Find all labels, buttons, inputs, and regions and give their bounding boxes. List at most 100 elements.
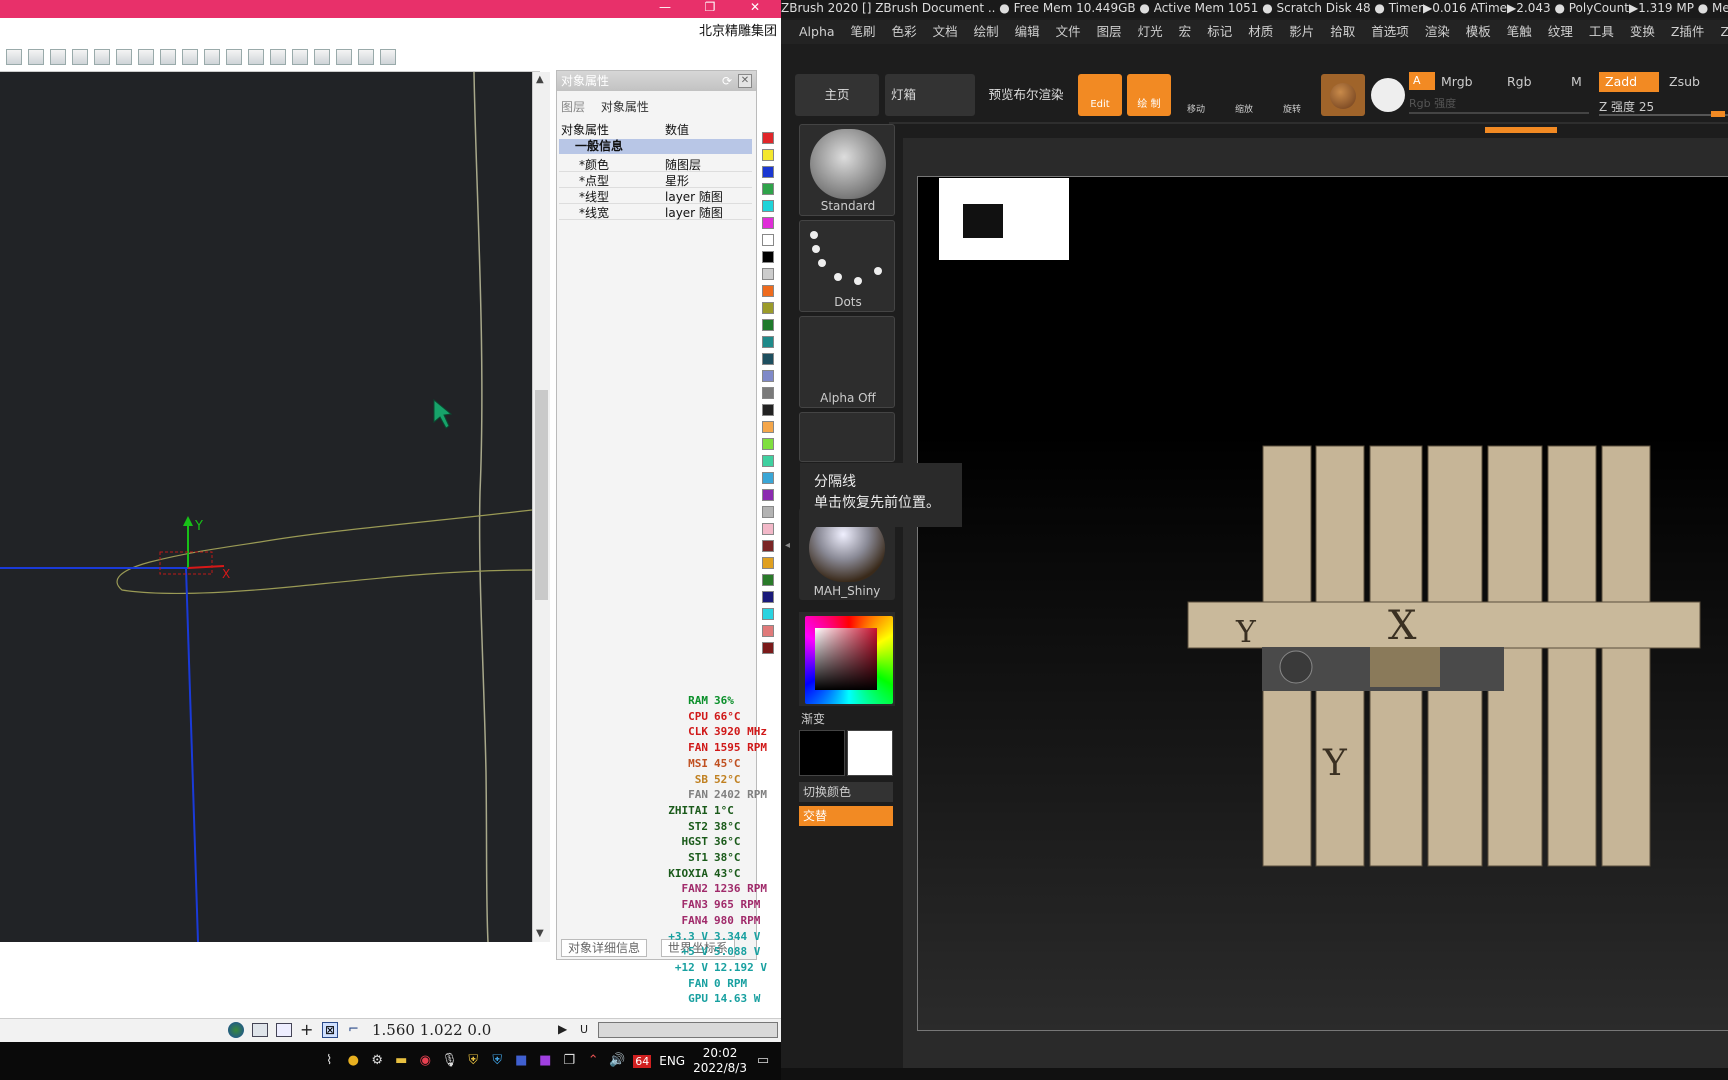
menu-item[interactable]: 灯光 <box>1138 20 1163 44</box>
scroll-down-icon[interactable]: ▼ <box>536 928 544 939</box>
menu-item[interactable]: 绘制 <box>974 20 999 44</box>
color-swatch[interactable] <box>762 421 774 433</box>
close-icon[interactable]: ✕ <box>740 0 770 16</box>
mirror-icon[interactable] <box>94 48 110 65</box>
align-icon[interactable] <box>6 48 22 65</box>
table-row[interactable]: *线宽 layer 随图 <box>559 204 752 220</box>
color-swatch[interactable] <box>762 336 774 348</box>
folder-icon[interactable]: ▬ <box>393 1053 409 1069</box>
rgb-intensity-slider[interactable] <box>1409 112 1589 114</box>
tab-properties[interactable]: 对象属性 <box>601 100 649 114</box>
color-swatch[interactable] <box>762 251 774 263</box>
menu-item[interactable]: 笔触 <box>1507 20 1532 44</box>
table-row[interactable]: *点型 星形 <box>559 172 752 188</box>
color-swatch[interactable] <box>762 557 774 569</box>
settings-icon[interactable] <box>358 48 374 65</box>
menu-item[interactable]: 材质 <box>1248 20 1273 44</box>
table-row[interactable]: *颜色 随图层 <box>559 156 752 172</box>
ortho-icon[interactable]: ⌐ <box>348 1022 359 1037</box>
crosshair-icon[interactable]: + <box>300 1020 313 1039</box>
app-icon[interactable]: ⚙ <box>369 1053 385 1069</box>
color-swatch[interactable] <box>762 285 774 297</box>
menu-item[interactable]: 笔刷 <box>851 20 876 44</box>
view-icon[interactable] <box>380 48 396 65</box>
window-icon[interactable] <box>252 1023 268 1037</box>
restore-icon[interactable]: ❐ <box>695 0 725 16</box>
cad-viewport[interactable]: Y X <box>0 71 533 943</box>
color-swatch[interactable] <box>762 387 774 399</box>
menu-item[interactable]: 文件 <box>1056 20 1081 44</box>
menu-item[interactable]: Z插件 <box>1671 20 1705 44</box>
color-swatch[interactable] <box>762 200 774 212</box>
color-swatch[interactable] <box>762 489 774 501</box>
menu-item[interactable]: 变换 <box>1630 20 1655 44</box>
menu-item[interactable]: Z脚本 <box>1720 20 1728 44</box>
rotate-button[interactable]: 旋转 <box>1271 74 1313 116</box>
tab-layer[interactable]: 图层 <box>561 100 585 114</box>
scale-button[interactable]: 缩放 <box>1223 74 1265 116</box>
app3-icon[interactable]: ■ <box>537 1053 553 1069</box>
mrgb-sphere-icon[interactable] <box>1371 78 1405 112</box>
mic-icon[interactable]: 🎙 <box>441 1053 458 1069</box>
menu-item[interactable]: 拾取 <box>1330 20 1355 44</box>
color-swatch[interactable] <box>762 591 774 603</box>
shield-icon[interactable]: ⛨ <box>465 1053 481 1069</box>
alternate-button[interactable]: 交替 <box>799 806 893 826</box>
scrollbar-thumb[interactable] <box>535 390 548 600</box>
group-general[interactable]: 一般信息 <box>559 139 752 154</box>
splitter-handle[interactable]: ◂ <box>785 540 795 570</box>
color-swatch[interactable] <box>762 404 774 416</box>
globe-icon[interactable] <box>228 1022 244 1038</box>
material-sphere-icon[interactable] <box>1321 74 1365 116</box>
app2-icon[interactable]: ■ <box>513 1053 529 1069</box>
menu-item[interactable]: 渲染 <box>1425 20 1450 44</box>
menu-item[interactable]: 纹理 <box>1548 20 1573 44</box>
snap-icon[interactable] <box>292 48 308 65</box>
badge-64[interactable]: 64 <box>633 1054 652 1068</box>
menu-item[interactable]: 标记 <box>1207 20 1232 44</box>
play-icon[interactable]: ▶ <box>558 1022 567 1036</box>
array-icon[interactable] <box>182 48 198 65</box>
alpha-slot[interactable]: Alpha Off <box>799 316 895 408</box>
pen-icon[interactable]: ⌃ <box>585 1053 601 1069</box>
minimize-icon[interactable]: — <box>650 0 680 16</box>
color-swatch[interactable] <box>762 540 774 552</box>
edit-button[interactable]: Edit <box>1078 74 1122 116</box>
menu-item[interactable]: 工具 <box>1589 20 1614 44</box>
switch-color-button[interactable]: 切换颜色 <box>799 782 893 802</box>
ungroup-icon[interactable] <box>72 48 88 65</box>
texture-slot[interactable] <box>799 412 895 462</box>
color-swatch[interactable] <box>762 625 774 637</box>
color-swatch[interactable] <box>762 472 774 484</box>
detail-button[interactable]: 对象详细信息 <box>561 939 648 957</box>
navigator-thumbnail[interactable] <box>939 178 1069 260</box>
menu-item[interactable]: 宏 <box>1179 20 1192 44</box>
a-toggle[interactable]: A <box>1409 72 1435 90</box>
color-swatch[interactable] <box>762 608 774 620</box>
draw-button[interactable]: 绘 制 <box>1127 74 1171 116</box>
chrome-icon[interactable]: ● <box>345 1053 361 1069</box>
color-swatch[interactable] <box>762 642 774 654</box>
rgb-toggle[interactable]: Rgb <box>1507 74 1532 89</box>
window-icon[interactable]: ❐ <box>561 1053 577 1069</box>
move-button[interactable]: 移动 <box>1175 74 1217 116</box>
refresh-icon[interactable]: ⟳ <box>722 74 732 88</box>
record-icon[interactable]: ◉ <box>417 1053 433 1069</box>
color-swatch[interactable] <box>762 149 774 161</box>
menu-item[interactable]: 文档 <box>933 20 958 44</box>
bpr-button[interactable]: 预览布尔渲染 <box>981 74 1071 116</box>
scale-icon[interactable] <box>160 48 176 65</box>
brush-slot[interactable]: Standard <box>799 124 895 216</box>
close-icon[interactable]: ✕ <box>738 74 752 88</box>
stroke-slot[interactable]: Dots <box>799 220 895 312</box>
color-swatch[interactable] <box>762 455 774 467</box>
language-indicator[interactable]: ENG <box>659 1054 685 1068</box>
list-icon[interactable] <box>336 48 352 65</box>
group-icon[interactable] <box>50 48 66 65</box>
menu-item[interactable]: 色彩 <box>892 20 917 44</box>
align-icon[interactable] <box>28 48 44 65</box>
move-icon[interactable] <box>138 48 154 65</box>
color-swatch[interactable] <box>762 234 774 246</box>
volume-icon[interactable]: 🔊 <box>609 1053 625 1069</box>
color-swatch[interactable] <box>762 506 774 518</box>
